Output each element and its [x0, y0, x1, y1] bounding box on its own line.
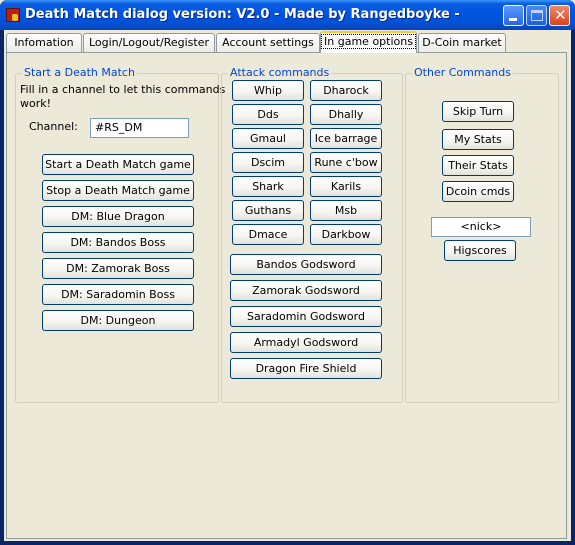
dm-zamorak-boss-button[interactable]: DM: Zamorak Boss [42, 258, 194, 279]
attack-dhally-button[interactable]: Dhally [310, 104, 382, 125]
stop-death-match-button[interactable]: Stop a Death Match game [42, 180, 194, 201]
start-death-match-group: Start a Death Match Fill in a channel to… [15, 66, 225, 403]
tab-label: D-Coin market [422, 36, 502, 49]
app-icon[interactable] [6, 8, 20, 22]
tab-account-settings[interactable]: Account settings [216, 33, 320, 52]
attack-darkbow-button[interactable]: Darkbow [310, 224, 382, 245]
channel-label: Channel: [29, 120, 78, 133]
group-title: Other Commands [412, 66, 513, 79]
minimize-icon [509, 18, 517, 21]
attack-karils-button[interactable]: Karils [310, 176, 382, 197]
channel-input[interactable]: #RS_DM [90, 118, 189, 138]
tab-dcoin-market[interactable]: D-Coin market [418, 33, 506, 52]
highscores-button[interactable]: Higscores [444, 240, 516, 261]
maximize-button[interactable] [526, 5, 547, 26]
start-death-match-button[interactable]: Start a Death Match game [42, 154, 194, 175]
attack-armadyl-godsword-button[interactable]: Armadyl Godsword [230, 332, 382, 353]
attack-shark-button[interactable]: Shark [232, 176, 304, 197]
close-icon: ✕ [554, 6, 567, 24]
attack-saradomin-godsword-button[interactable]: Saradomin Godsword [230, 306, 382, 327]
attack-gmaul-button[interactable]: Gmaul [232, 128, 304, 149]
tab-label: Login/Logout/Register [88, 36, 210, 49]
tab-login-logout-register[interactable]: Login/Logout/Register [83, 33, 215, 52]
dcoin-cmds-button[interactable]: Dcoin cmds [442, 181, 514, 202]
title-bar[interactable]: Death Match dialog version: V2.0 - Made … [0, 0, 575, 30]
attack-dds-button[interactable]: Dds [232, 104, 304, 125]
tab-information[interactable]: Infomation [6, 33, 82, 52]
group-title: Start a Death Match [22, 66, 137, 79]
attack-commands-group: Attack commands Whip Dharock Dds Dhally … [221, 66, 403, 403]
other-commands-group: Other Commands Skip Turn My Stats Their … [405, 66, 559, 403]
attack-dharock-button[interactable]: Dharock [310, 80, 382, 101]
dm-bandos-boss-button[interactable]: DM: Bandos Boss [42, 232, 194, 253]
group-title: Attack commands [228, 66, 332, 79]
tab-label: Account settings [222, 36, 314, 49]
attack-bandos-godsword-button[interactable]: Bandos Godsword [230, 254, 382, 275]
tab-label: In game options [321, 34, 416, 49]
attack-dmace-button[interactable]: Dmace [232, 224, 304, 245]
minimize-button[interactable] [503, 5, 524, 26]
dm-blue-dragon-button[interactable]: DM: Blue Dragon [42, 206, 194, 227]
attack-zamorak-godsword-button[interactable]: Zamorak Godsword [230, 280, 382, 301]
attack-ice-barrage-button[interactable]: Ice barrage [310, 128, 382, 149]
hint-text-line1: Fill in a channel to let this commands [20, 83, 226, 96]
attack-whip-button[interactable]: Whip [232, 80, 304, 101]
attack-msb-button[interactable]: Msb [310, 200, 382, 221]
app-window: Death Match dialog version: V2.0 - Made … [0, 0, 575, 545]
close-button[interactable]: ✕ [549, 5, 570, 26]
skip-turn-button[interactable]: Skip Turn [442, 101, 514, 122]
attack-rune-cbow-button[interactable]: Rune c'bow [310, 152, 382, 173]
client-area: Infomation Login/Logout/Register Account… [4, 30, 571, 541]
dm-saradomin-boss-button[interactable]: DM: Saradomin Boss [42, 284, 194, 305]
maximize-icon [531, 10, 543, 21]
my-stats-button[interactable]: My Stats [442, 129, 514, 150]
in-game-options-panel: Start a Death Match Fill in a channel to… [6, 52, 567, 539]
dm-dungeon-button[interactable]: DM: Dungeon [42, 310, 194, 331]
attack-dragon-fire-shield-button[interactable]: Dragon Fire Shield [230, 358, 382, 379]
attack-dscim-button[interactable]: Dscim [232, 152, 304, 173]
nick-input[interactable]: <nick> [431, 217, 531, 237]
attack-guthans-button[interactable]: Guthans [232, 200, 304, 221]
window-title: Death Match dialog version: V2.0 - Made … [25, 7, 460, 22]
hint-text-line2: work! [20, 97, 52, 110]
their-stats-button[interactable]: Their Stats [442, 155, 514, 176]
tab-label: Infomation [14, 36, 74, 49]
tab-in-game-options[interactable]: In game options [320, 31, 417, 53]
